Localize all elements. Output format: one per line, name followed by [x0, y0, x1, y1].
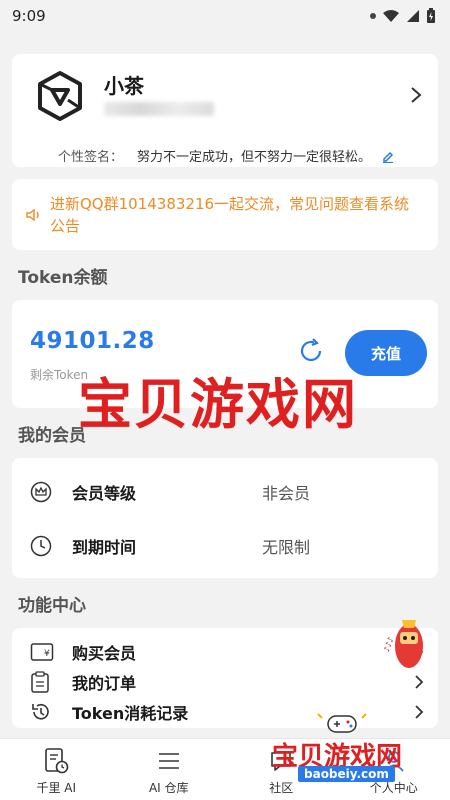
clock-icon: [30, 535, 56, 557]
list-icon: [158, 753, 179, 769]
refresh-icon[interactable]: [296, 336, 326, 366]
nav-label: 千里 AI: [36, 781, 77, 795]
nav-tab-community[interactable]: 社区: [225, 739, 338, 800]
dot-indicator-icon: [370, 13, 376, 19]
expiry-value: 无限制: [262, 538, 311, 557]
token-balance: 49101.28: [30, 328, 155, 354]
membership-section-title: 我的会员: [18, 425, 86, 446]
notice-text: 进新QQ群1014383216一起交流，常见问题查看系统公告: [50, 194, 410, 235]
nav-tab-personal-center[interactable]: 个人中心: [338, 739, 450, 800]
svg-text:♪♪♪: ♪♪♪: [382, 636, 396, 653]
expiry-label: 到期时间: [72, 538, 137, 557]
user-icon: [384, 751, 404, 772]
edit-pencil-icon[interactable]: [381, 149, 395, 163]
member-level-value: 非会员: [262, 484, 311, 503]
signature-text: 努力不一定成功，但不努力一定很轻松。: [137, 150, 372, 165]
chat-bubble-icon: [271, 752, 292, 771]
token-usage-label: Token消耗记录: [72, 704, 189, 723]
notice-card[interactable]: 进新QQ群1014383216一起交流，常见问题查看系统公告: [12, 179, 438, 250]
nav-tab-qianli-ai[interactable]: 千里 AI: [0, 739, 113, 800]
nav-label: 社区: [269, 781, 294, 795]
token-section-title: Token余额: [18, 267, 108, 288]
status-time: 9:09: [12, 7, 46, 25]
crown-icon: [30, 481, 56, 503]
chevron-right-icon: [415, 705, 424, 719]
document-clock-icon: [45, 748, 69, 774]
clipboard-icon: [30, 671, 56, 693]
functions-card: ¥ 购买会员 我的订单 Token消耗记录: [12, 628, 438, 728]
buy-membership-label: 购买会员: [72, 644, 137, 663]
avatar[interactable]: [34, 70, 86, 122]
recharge-button[interactable]: 充值: [345, 330, 427, 376]
user-id-blurred: [104, 102, 214, 116]
svg-text:¥: ¥: [44, 649, 50, 659]
nav-label: 个人中心: [369, 781, 418, 795]
token-usage-item[interactable]: Token消耗记录: [30, 700, 424, 724]
membership-card: 会员等级 非会员 到期时间 无限制: [12, 458, 438, 578]
my-orders-label: 我的订单: [72, 674, 137, 693]
wifi-icon: [383, 10, 399, 22]
battery-icon: [427, 8, 435, 23]
signature-label: 个性签名：: [58, 150, 124, 165]
chevron-right-icon: [415, 675, 424, 689]
my-orders-item[interactable]: 我的订单: [30, 670, 424, 694]
buy-membership-item[interactable]: ¥ 购买会员: [30, 640, 424, 664]
mascot-illustration: ♪♪♪: [382, 620, 423, 668]
status-bar: 9:09: [0, 0, 450, 32]
token-card: 49101.28 剩余Token 充值: [12, 300, 438, 408]
profile-card[interactable]: 小茶 个性签名： 努力不一定成功，但不努力一定很轻松。: [12, 54, 438, 167]
history-icon: [30, 701, 56, 723]
speaker-icon: [26, 208, 39, 221]
status-icons: [370, 8, 436, 24]
nav-label: AI 仓库: [148, 781, 189, 795]
token-balance-label: 剩余Token: [30, 368, 89, 382]
chevron-right-icon[interactable]: [410, 86, 422, 104]
bottom-nav: 千里 AI AI 仓库 社区 个人中心: [0, 738, 450, 800]
wallet-icon: ¥: [30, 642, 56, 662]
member-level-label: 会员等级: [72, 484, 137, 503]
user-name: 小茶: [104, 74, 144, 98]
nav-tab-ai-warehouse[interactable]: AI 仓库: [113, 739, 226, 800]
expiry-row: 到期时间 无限制: [30, 532, 420, 560]
signature: 个性签名： 努力不一定成功，但不努力一定很轻松。: [58, 146, 395, 165]
cellular-icon: [407, 10, 419, 22]
member-level-row: 会员等级 非会员: [30, 478, 420, 506]
